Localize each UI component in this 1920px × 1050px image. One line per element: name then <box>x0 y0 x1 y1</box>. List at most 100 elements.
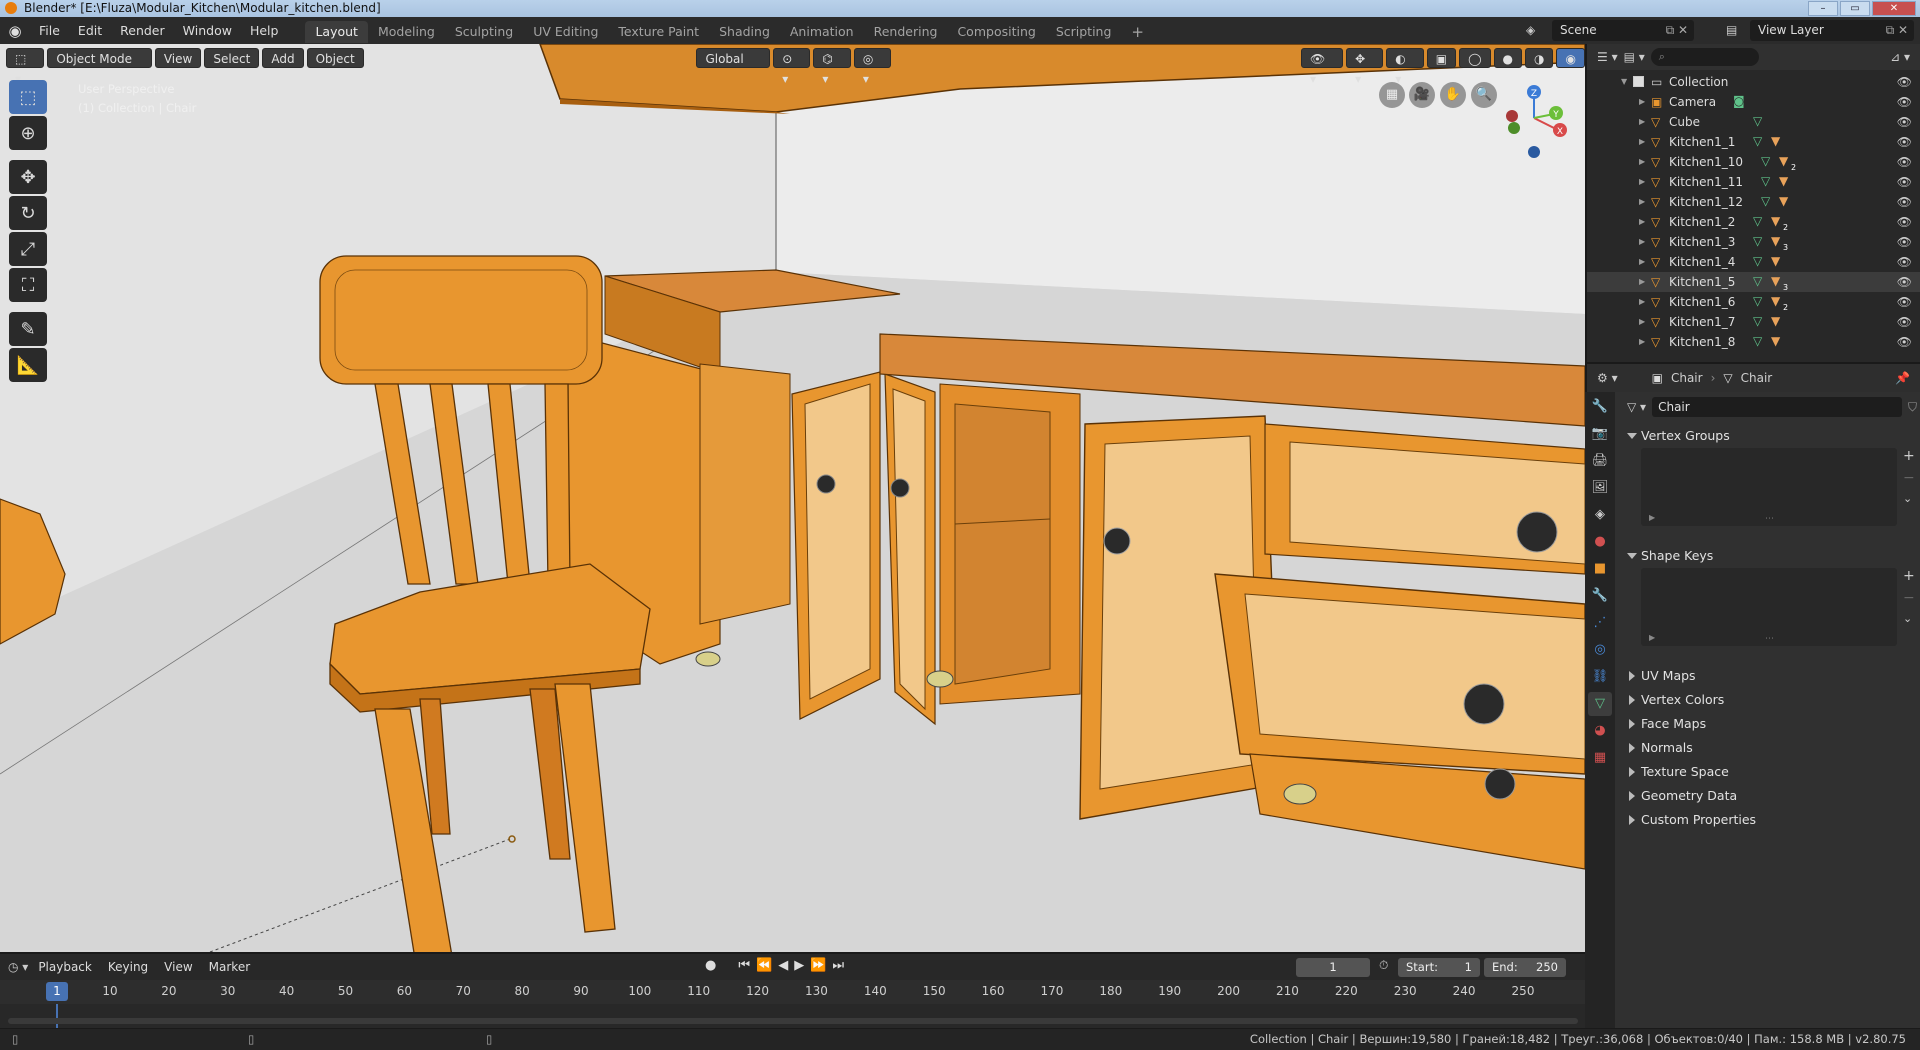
annotate-tool-icon[interactable]: ✎ <box>9 312 47 346</box>
tool-tab-icon[interactable]: 🔧 <box>1588 395 1612 419</box>
tab-uv-editing[interactable]: UV Editing <box>523 21 608 43</box>
visibility-eye-icon[interactable]: 👁 <box>1897 292 1912 312</box>
add-icon[interactable]: + <box>1903 568 1915 584</box>
menu-render[interactable]: Render <box>111 17 174 44</box>
panel-header[interactable]: Face Maps <box>1617 712 1920 736</box>
object-tab-icon[interactable]: ■ <box>1588 557 1612 581</box>
visibility-eye-icon[interactable]: 👁 <box>1897 92 1912 112</box>
tab-compositing[interactable]: Compositing <box>947 21 1045 43</box>
visibility-eye-icon[interactable]: 👁 <box>1897 272 1912 292</box>
expand-arrow-icon[interactable]: ▶ <box>1639 92 1645 112</box>
view-layer-icon[interactable]: ▤ <box>1726 23 1737 37</box>
measure-tool-icon[interactable]: 📐 <box>9 348 47 382</box>
gizmo-toggle-icon[interactable]: ✥ ▾ <box>1346 48 1384 86</box>
mesh-data-icon[interactable]: ▽ <box>1753 115 1766 128</box>
marker-menu[interactable]: Marker <box>203 960 256 974</box>
outliner-row[interactable]: ▶ ▽ Cube ▽ 👁 <box>1587 112 1920 132</box>
panel-header[interactable]: Vertex Colors <box>1617 688 1920 712</box>
visibility-eye-icon[interactable]: 👁 <box>1897 172 1912 192</box>
tab-texture-paint[interactable]: Texture Paint <box>608 21 709 43</box>
modifier-icon[interactable]: ▼ <box>1771 135 1784 148</box>
expand-arrow-icon[interactable]: ▶ <box>1639 112 1645 132</box>
scene-icon[interactable]: ◈ <box>1526 23 1535 37</box>
current-frame-indicator[interactable]: 1 <box>46 982 68 1001</box>
panel-header[interactable]: Texture Space <box>1617 760 1920 784</box>
toggle-camera-icon[interactable]: ▦ <box>1379 82 1405 108</box>
play-icon[interactable]: ▶ <box>794 958 804 973</box>
start-frame-field[interactable]: Start: 1 <box>1398 958 1480 977</box>
render-tab-icon[interactable]: 📷 <box>1588 422 1612 446</box>
world-tab-icon[interactable]: ● <box>1588 530 1612 554</box>
remove-icon[interactable]: − <box>1903 470 1915 486</box>
view-menu[interactable]: View <box>154 48 202 68</box>
end-frame-field[interactable]: End: 250 <box>1484 958 1566 977</box>
mesh-data-icon[interactable]: ▽ <box>1753 275 1766 288</box>
camera-data-icon[interactable]: ◙ <box>1733 95 1746 108</box>
editor-type-button[interactable]: ⬚ ▾ <box>6 48 45 86</box>
outliner-row[interactable]: ▶ ▽ Kitchen1_3 ▽ ▼ 3 👁 <box>1587 232 1920 253</box>
expand-arrow-icon[interactable]: ▶ <box>1639 332 1645 352</box>
visibility-eye-icon[interactable]: 👁 <box>1897 332 1912 352</box>
jump-end-icon[interactable]: ⏭ <box>832 958 844 973</box>
pan-view-icon[interactable]: ✋ <box>1440 82 1466 108</box>
list-box[interactable]: ▶ ⋯ <box>1641 568 1897 646</box>
pivot-icon[interactable]: ⊙ ▾ <box>773 48 811 86</box>
display-mode-icon[interactable]: ▤ ▾ <box>1624 50 1645 64</box>
timeline-editor-type-icon[interactable]: ◷ ▾ <box>8 960 28 974</box>
shading-material-icon[interactable]: ◑ <box>1525 48 1554 68</box>
mesh-datablock-icon[interactable]: ▽ ▾ <box>1627 400 1646 414</box>
outliner-row[interactable]: ▶ ▽ Kitchen1_2 ▽ ▼ 2 👁 <box>1587 212 1920 233</box>
pin-icon[interactable]: 📌 <box>1895 371 1910 385</box>
select-box-tool-icon[interactable]: ⬚ <box>9 80 47 114</box>
material-tab-icon[interactable]: ◕ <box>1588 719 1612 743</box>
modifier-icon[interactable]: ▼ <box>1779 175 1792 188</box>
mesh-name-field[interactable]: Chair <box>1652 397 1902 417</box>
constraints-tab-icon[interactable]: ⛓ <box>1588 665 1612 689</box>
outliner-row[interactable]: ▶ ▽ Kitchen1_6 ▽ ▼ 2 👁 <box>1587 292 1920 313</box>
play-reverse-icon[interactable]: ◀ <box>778 958 788 973</box>
add-workspace-button[interactable]: + <box>1121 21 1154 43</box>
menu-help[interactable]: Help <box>241 17 288 44</box>
dropdown-icon[interactable]: ⌄ <box>1903 612 1915 625</box>
visibility-eye-icon[interactable]: 👁 <box>1897 192 1912 212</box>
panel-header[interactable]: Shape Keys <box>1617 544 1920 568</box>
mesh-data-icon[interactable]: ▽ <box>1753 255 1766 268</box>
timeline-ruler[interactable]: 1 10 20 30 40 50 60 70 80 90 100 110 120 130 140 150 160… <box>0 980 1585 1004</box>
timeline-scrollbar[interactable] <box>8 1018 1578 1024</box>
mesh-data-icon[interactable]: ▽ <box>1753 295 1766 308</box>
transform-tool-icon[interactable]: ⛶ <box>9 268 47 302</box>
transform-orientation[interactable]: Global <box>696 48 771 68</box>
remove-icon[interactable]: − <box>1903 590 1915 606</box>
scene-tab-icon[interactable]: ◈ <box>1588 503 1612 527</box>
jump-start-icon[interactable]: ⏮ <box>738 958 750 973</box>
proportional-edit-icon[interactable]: ◎ ▾ <box>853 48 892 86</box>
properties-editor-type-icon[interactable]: ⚙ ▾ <box>1597 371 1618 385</box>
next-keyframe-icon[interactable]: ⏩ <box>810 958 826 973</box>
visibility-icon[interactable]: 👁 ▾ <box>1301 48 1344 86</box>
timeline-view-menu[interactable]: View <box>158 960 198 974</box>
expand-arrow-icon[interactable]: ▶ <box>1639 172 1645 192</box>
keying-menu[interactable]: Keying <box>102 960 154 974</box>
output-tab-icon[interactable]: 🖨 <box>1588 449 1612 473</box>
outliner-search-input[interactable]: ⌕ <box>1650 48 1759 66</box>
record-icon[interactable]: ● <box>705 958 716 973</box>
outliner-editor-type-icon[interactable]: ☰ ▾ <box>1597 50 1618 64</box>
viewport-scene[interactable] <box>0 44 1585 952</box>
xray-icon[interactable]: ▣ <box>1426 48 1457 68</box>
mesh-data-icon[interactable]: ▽ <box>1753 135 1766 148</box>
tab-layout[interactable]: Layout <box>305 20 368 43</box>
visibility-eye-icon[interactable]: 👁 <box>1897 132 1912 152</box>
modifier-tab-icon[interactable]: 🔧 <box>1588 584 1612 608</box>
panel-header[interactable]: Custom Properties <box>1617 808 1920 832</box>
view-layer-selector[interactable]: View Layer ⧉ ✕ <box>1750 20 1914 41</box>
outliner-collection-row[interactable]: ▼ ▭ Collection 👁 <box>1587 72 1920 92</box>
visibility-eye-icon[interactable]: 👁 <box>1897 152 1912 172</box>
rotate-tool-icon[interactable]: ↻ <box>9 196 47 230</box>
outliner-row[interactable]: ▶ ▽ Kitchen1_4 ▽ ▼ 👁 <box>1587 252 1920 272</box>
dropdown-icon[interactable]: ⌄ <box>1903 492 1915 505</box>
visibility-eye-icon[interactable]: 👁 <box>1897 212 1912 232</box>
blender-menu-icon[interactable]: ◉ <box>0 22 30 40</box>
add-menu[interactable]: Add <box>262 48 304 68</box>
view-layer-new-icon[interactable]: ⧉ ✕ <box>1886 20 1908 41</box>
outliner-row[interactable]: ▶ ▽ Kitchen1_1 ▽ ▼ 👁 <box>1587 132 1920 152</box>
